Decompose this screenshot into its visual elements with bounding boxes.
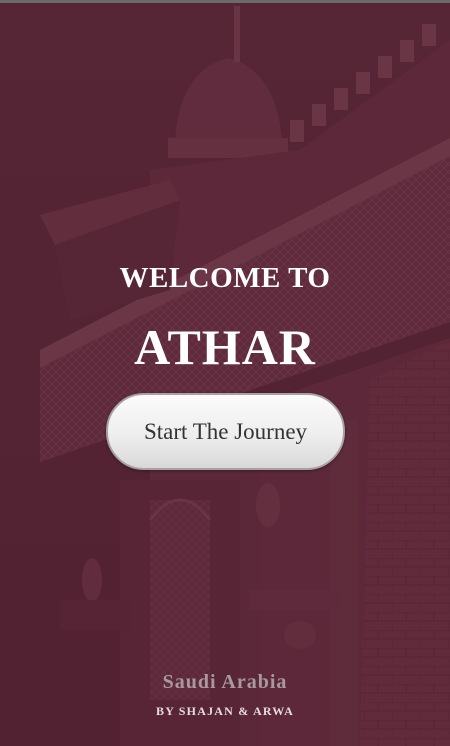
credits-label: BY SHAJAN & ARWA [155,704,294,718]
welcome-heading: WELCOME TO [119,262,331,294]
splash-screen: WELCOME TO ATHAR Start The Journey Saudi… [0,0,450,746]
status-bar-strip [0,0,450,3]
start-journey-button[interactable]: Start The Journey [106,393,345,470]
app-title: ATHAR [134,319,316,375]
country-label: Saudi Arabia [162,671,288,693]
